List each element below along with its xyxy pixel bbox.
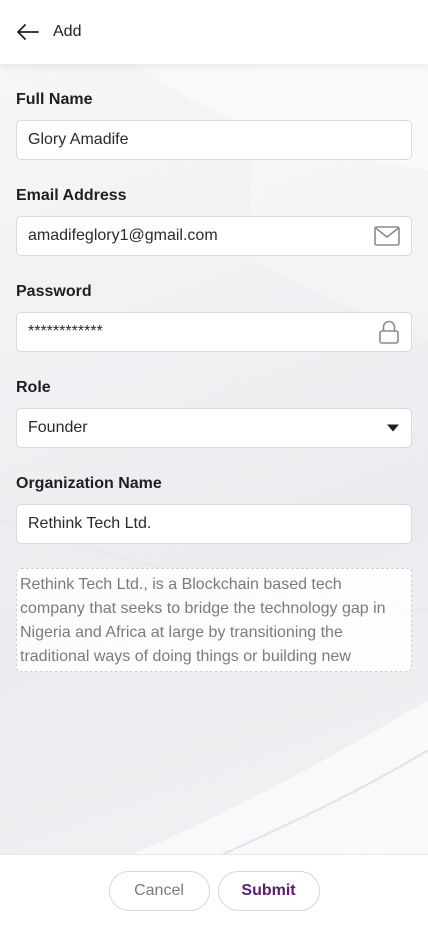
full-name-value: Glory Amadife: [28, 131, 129, 148]
arrow-left-icon: [17, 24, 39, 40]
password-input[interactable]: ************: [16, 312, 412, 352]
add-form: Full Name Glory Amadife Email Address am…: [16, 88, 412, 672]
page-title: Add: [53, 23, 82, 40]
action-bar: Cancel Submit: [0, 854, 428, 926]
envelope-icon: [374, 226, 400, 246]
organization-field: Organization Name Rethink Tech Ltd.: [16, 472, 412, 544]
back-button[interactable]: [16, 20, 40, 44]
role-field: Role Founder: [16, 376, 412, 448]
full-name-input[interactable]: Glory Amadife: [16, 120, 412, 160]
email-value: amadifeglory1@gmail.com: [28, 227, 218, 244]
organization-input[interactable]: Rethink Tech Ltd.: [16, 504, 412, 544]
top-app-bar: Add: [0, 0, 428, 64]
password-field: Password ************: [16, 280, 412, 352]
email-label: Email Address: [16, 187, 127, 204]
cancel-button[interactable]: Cancel: [108, 871, 210, 911]
lock-icon[interactable]: [378, 320, 400, 344]
description-textarea[interactable]: Rethink Tech Ltd., is a Blockchain based…: [16, 568, 412, 672]
role-label: Role: [16, 379, 51, 396]
email-input[interactable]: amadifeglory1@gmail.com: [16, 216, 412, 256]
email-field: Email Address amadifeglory1@gmail.com: [16, 184, 412, 256]
password-value: ************: [28, 323, 103, 340]
role-select[interactable]: Founder: [16, 408, 412, 448]
organization-value: Rethink Tech Ltd.: [28, 515, 152, 532]
password-label: Password: [16, 283, 92, 300]
submit-button[interactable]: Submit: [217, 871, 320, 911]
organization-label: Organization Name: [16, 475, 162, 492]
full-name-field: Full Name Glory Amadife: [16, 88, 412, 160]
caret-down-icon: [386, 423, 400, 433]
role-value: Founder: [28, 419, 88, 436]
description-value: Rethink Tech Ltd., is a Blockchain based…: [20, 576, 386, 665]
full-name-label: Full Name: [16, 91, 93, 108]
